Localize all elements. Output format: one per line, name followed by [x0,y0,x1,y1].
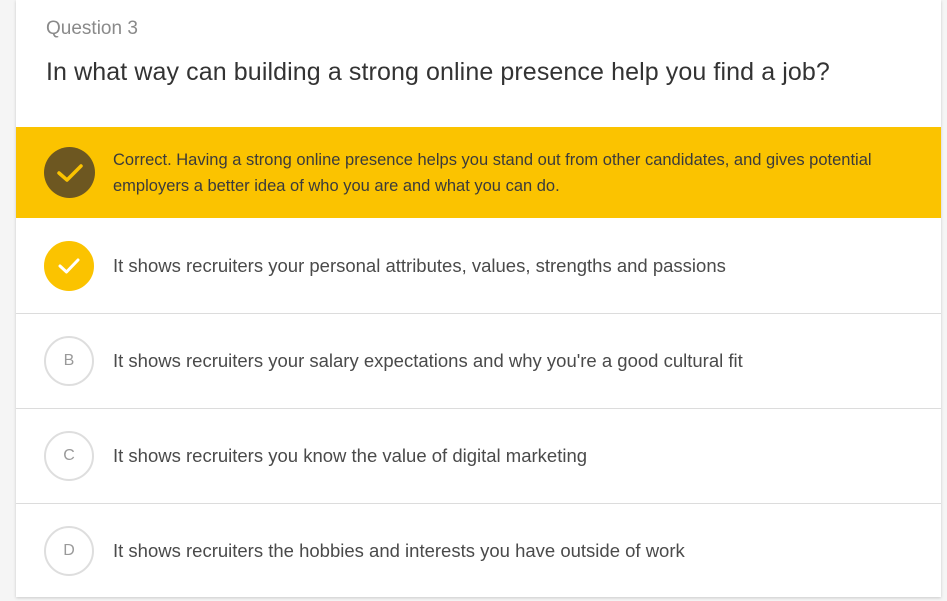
feedback-banner: Correct. Having a strong online presence… [16,127,941,218]
answer-option-c[interactable]: C It shows recruiters you know the value… [16,409,941,504]
question-card: Question 3 In what way can building a st… [16,0,941,597]
answer-option-text: It shows recruiters your salary expectat… [113,350,743,371]
question-number: Question 3 [46,18,138,39]
answer-letter-badge[interactable]: C [44,431,94,481]
answer-option-text: It shows recruiters the hobbies and inte… [113,540,685,561]
answer-letter-badge[interactable]: D [44,526,94,576]
answer-option-b[interactable]: B It shows recruiters your salary expect… [16,314,941,409]
answer-option-text: It shows recruiters you know the value o… [113,445,588,466]
feedback-check-badge [44,147,95,198]
check-icon [58,258,80,274]
feedback-text: Correct. Having a strong online presence… [113,151,872,195]
answer-option-a[interactable]: It shows recruiters your personal attrib… [16,219,941,314]
answer-option-d[interactable]: D It shows recruiters the hobbies and in… [16,504,941,597]
check-icon [56,163,83,182]
answer-a-selected-badge[interactable] [44,241,94,291]
answer-letter-badge[interactable]: B [44,336,94,386]
question-text: In what way can building a strong online… [46,58,830,86]
answer-option-text: It shows recruiters your personal attrib… [113,255,726,276]
